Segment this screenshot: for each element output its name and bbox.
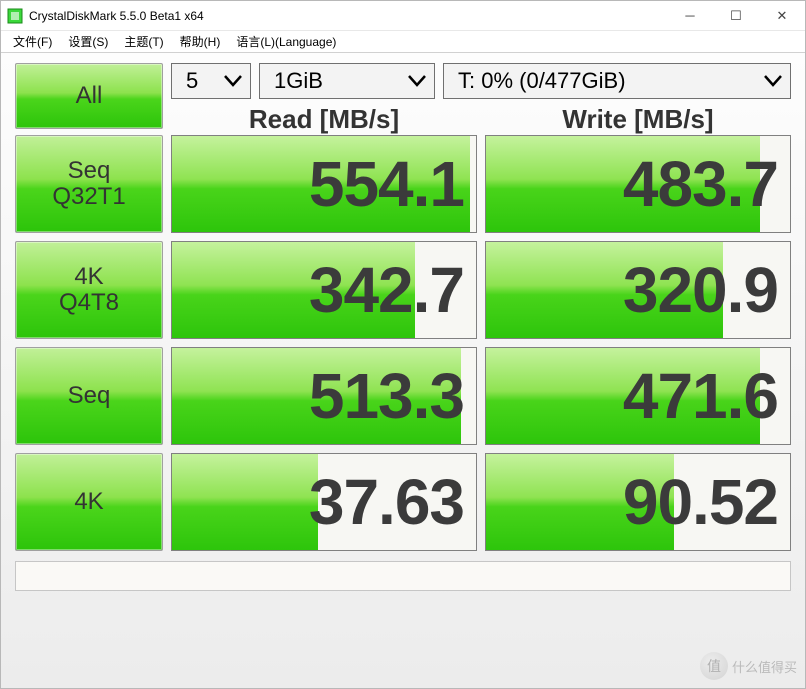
read-value-cell: 342.7 bbox=[171, 241, 477, 339]
client-area: All 5 1GiB T: 0% (0/477GiB) bbox=[1, 53, 805, 688]
read-value: 342.7 bbox=[309, 253, 464, 327]
read-value-cell: 554.1 bbox=[171, 135, 477, 233]
size-select[interactable]: 1GiB bbox=[259, 63, 435, 99]
read-value: 513.3 bbox=[309, 359, 464, 433]
test-label-line1: 4K bbox=[74, 264, 103, 290]
write-value-cell: 90.52 bbox=[485, 453, 791, 551]
value-bar bbox=[172, 454, 318, 550]
loops-select[interactable]: 5 bbox=[171, 63, 251, 99]
chevron-down-icon bbox=[224, 75, 242, 87]
read-header: Read [MB/s] bbox=[171, 104, 477, 135]
result-row: SeqQ32T1 554.1 483.7 bbox=[15, 135, 791, 233]
watermark-coin: 值 bbox=[700, 652, 728, 680]
all-button-label: All bbox=[76, 82, 103, 110]
menu-language[interactable]: 语言(L)(Language) bbox=[228, 31, 344, 52]
size-value: 1GiB bbox=[274, 68, 323, 94]
write-value: 90.52 bbox=[623, 465, 778, 539]
window-controls: ─ ☐ ✕ bbox=[667, 1, 805, 31]
menu-file[interactable]: 文件(F) bbox=[5, 31, 60, 52]
result-row: 4K 37.63 90.52 bbox=[15, 453, 791, 551]
menu-theme[interactable]: 主题(T) bbox=[116, 31, 171, 52]
write-value-cell: 471.6 bbox=[485, 347, 791, 445]
watermark-text: 什么值得买 bbox=[732, 657, 797, 676]
status-bar bbox=[15, 561, 791, 591]
drive-select[interactable]: T: 0% (0/477GiB) bbox=[443, 63, 791, 99]
chevron-down-icon bbox=[764, 75, 782, 87]
test-button[interactable]: Seq bbox=[15, 347, 163, 445]
menu-settings[interactable]: 设置(S) bbox=[60, 31, 116, 52]
drive-value: T: 0% (0/477GiB) bbox=[458, 68, 626, 94]
selects-wrap: 5 1GiB T: 0% (0/477GiB) Read [MB/s] Writ… bbox=[171, 63, 791, 129]
top-row: All 5 1GiB T: 0% (0/477GiB) bbox=[15, 63, 791, 129]
test-label-line2: Q32T1 bbox=[52, 184, 125, 210]
write-value: 471.6 bbox=[623, 359, 778, 433]
write-value: 483.7 bbox=[623, 147, 778, 221]
close-button[interactable]: ✕ bbox=[759, 1, 805, 31]
all-button[interactable]: All bbox=[15, 63, 163, 129]
read-value-cell: 37.63 bbox=[171, 453, 477, 551]
menubar: 文件(F) 设置(S) 主题(T) 帮助(H) 语言(L)(Language) bbox=[1, 31, 805, 53]
test-label-line1: 4K bbox=[74, 489, 103, 515]
test-button[interactable]: 4KQ4T8 bbox=[15, 241, 163, 339]
menu-help[interactable]: 帮助(H) bbox=[172, 31, 229, 52]
write-header: Write [MB/s] bbox=[485, 104, 791, 135]
test-button[interactable]: 4K bbox=[15, 453, 163, 551]
test-button[interactable]: SeqQ32T1 bbox=[15, 135, 163, 233]
result-rows: SeqQ32T1554.1483.74KQ4T8342.7320.9Seq513… bbox=[15, 135, 791, 551]
maximize-button[interactable]: ☐ bbox=[713, 1, 759, 31]
loops-value: 5 bbox=[186, 68, 198, 94]
watermark: 值 什么值得买 bbox=[700, 652, 797, 680]
result-row: 4KQ4T8 342.7 320.9 bbox=[15, 241, 791, 339]
result-row: Seq 513.3 471.6 bbox=[15, 347, 791, 445]
read-value-cell: 513.3 bbox=[171, 347, 477, 445]
write-value: 320.9 bbox=[623, 253, 778, 327]
test-label-line2: Q4T8 bbox=[59, 290, 119, 316]
minimize-button[interactable]: ─ bbox=[667, 1, 713, 31]
test-label-line1: Seq bbox=[68, 158, 111, 184]
read-value: 554.1 bbox=[309, 147, 464, 221]
chevron-down-icon bbox=[408, 75, 426, 87]
titlebar: CrystalDiskMark 5.5.0 Beta1 x64 ─ ☐ ✕ bbox=[1, 1, 805, 31]
app-window: CrystalDiskMark 5.5.0 Beta1 x64 ─ ☐ ✕ 文件… bbox=[0, 0, 806, 689]
read-value: 37.63 bbox=[309, 465, 464, 539]
column-headers: Read [MB/s] Write [MB/s] bbox=[171, 105, 791, 135]
write-value-cell: 320.9 bbox=[485, 241, 791, 339]
selects-row: 5 1GiB T: 0% (0/477GiB) bbox=[171, 63, 791, 99]
write-value-cell: 483.7 bbox=[485, 135, 791, 233]
app-icon bbox=[7, 8, 23, 24]
window-title: CrystalDiskMark 5.5.0 Beta1 x64 bbox=[29, 9, 667, 23]
test-label-line1: Seq bbox=[68, 383, 111, 409]
